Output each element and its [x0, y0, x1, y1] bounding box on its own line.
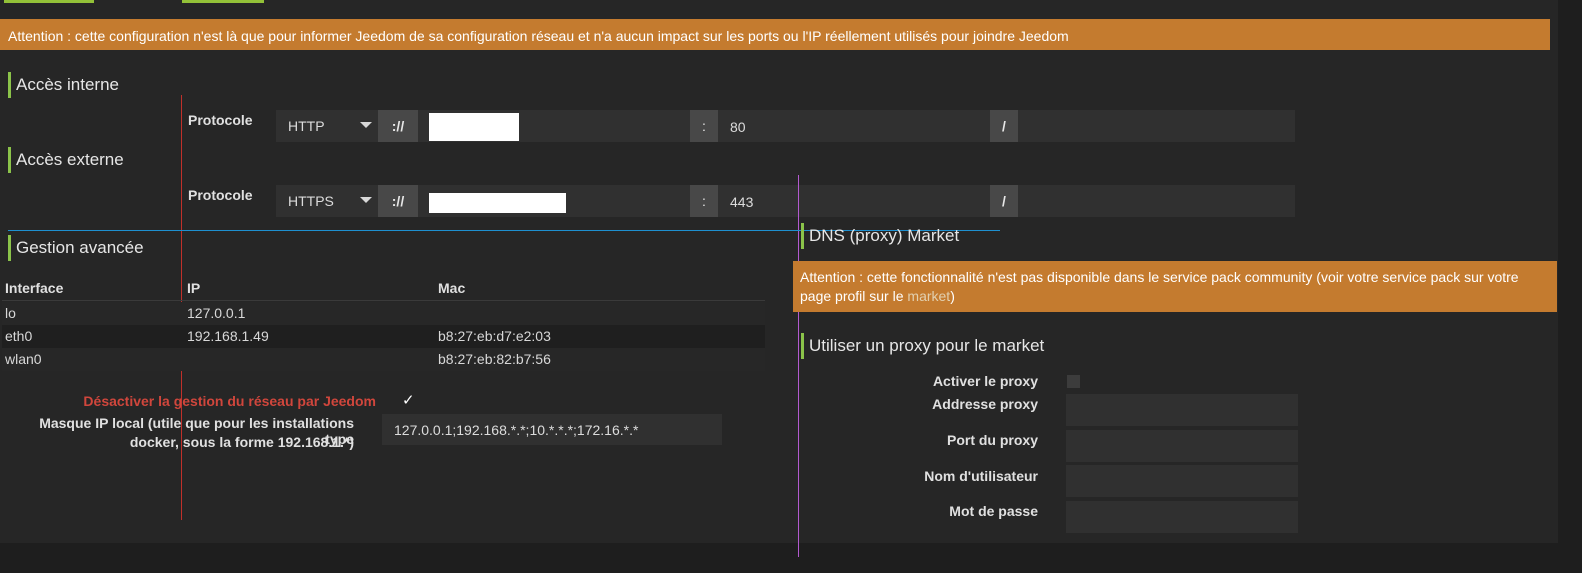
external-port-input[interactable]: 443 [718, 185, 990, 217]
external-path-input[interactable] [1018, 185, 1295, 217]
proxy-title: Utiliser un proxy pour le market [809, 336, 1045, 355]
internal-host-redacted [429, 113, 519, 141]
internal-port-separator: : [690, 110, 718, 142]
ip-mask-value: 127.0.0.1;192.168.*.*;10.*.*.*;172.16.*.… [394, 422, 639, 438]
row-ip: 192.168.1.49 [187, 328, 269, 344]
external-path-separator: / [990, 185, 1018, 217]
section-dns-market: DNS (proxy) Market [801, 223, 959, 249]
proxy-password-label: Mot de passe [949, 503, 1038, 519]
market-link[interactable]: market [907, 288, 950, 304]
table-row: lo 127.0.0.1 [2, 302, 765, 325]
proxy-port-label: Port du proxy [946, 432, 1038, 448]
section-external-access: Accès externe [8, 147, 124, 173]
internal-port-value: 80 [730, 119, 746, 135]
ip-mask-input[interactable]: 127.0.0.1;192.168.*.*;10.*.*.*;172.16.*.… [382, 414, 722, 445]
external-protocol-label: Protocole [188, 187, 253, 203]
table-row: wlan0 b8:27:eb:82:b7:56 [2, 348, 765, 371]
chevron-down-icon [360, 122, 372, 128]
activate-proxy-checkbox[interactable] [1067, 375, 1080, 388]
chevron-down-icon [360, 197, 372, 203]
purple-guide-line [798, 175, 799, 557]
market-warning-alert: Attention : cette fonctionnalité n'est p… [793, 261, 1557, 312]
advanced-title: Gestion avancée [16, 238, 144, 257]
internal-access-title: Accès interne [16, 75, 119, 94]
row-interface: eth0 [5, 328, 33, 344]
row-mac: b8:27:eb:82:b7:56 [438, 351, 551, 367]
section-proxy: Utiliser un proxy pour le market [801, 333, 1044, 359]
proxy-username-label: Nom d'utilisateur [924, 468, 1038, 484]
external-protocol-value: HTTPS [288, 193, 334, 209]
section-internal-access: Accès interne [8, 72, 119, 98]
internal-protocol-select[interactable]: HTTP [276, 110, 378, 142]
market-title: DNS (proxy) Market [809, 226, 960, 245]
activate-proxy-label: Activer le proxy [932, 373, 1038, 389]
header-mac: Mac [438, 280, 466, 296]
internal-scheme-separator: :// [378, 110, 418, 142]
external-port-separator: : [690, 185, 718, 217]
proxy-address-input[interactable] [1066, 394, 1298, 426]
internal-path-input[interactable] [1018, 110, 1295, 142]
row-mac: b8:27:eb:d7:e2:03 [438, 328, 551, 344]
internal-port-input[interactable]: 80 [718, 110, 990, 142]
row-interface: lo [5, 305, 16, 321]
internal-path-separator: / [990, 110, 1018, 142]
disable-network-label: Désactiver la gestion du réseau par Jeed… [83, 393, 376, 409]
external-access-title: Accès externe [16, 150, 124, 169]
mask-label-line2: docker, sous la forme 192.168.1.*) [129, 434, 354, 450]
market-warning-end: ) [950, 288, 955, 304]
row-ip: 127.0.0.1 [187, 305, 246, 321]
proxy-address-label: Addresse proxy [932, 396, 1038, 412]
proxy-username-input[interactable] [1066, 465, 1298, 497]
external-protocol-select[interactable]: HTTPS [276, 185, 378, 217]
external-host-redacted [429, 193, 566, 213]
table-row: eth0 192.168.1.49 b8:27:eb:d7:e2:03 [2, 325, 765, 348]
top-tab-indicator-1[interactable] [4, 0, 94, 3]
disable-network-checkbox[interactable]: ✓ [402, 393, 418, 409]
network-warning-alert: Attention : cette configuration n'est là… [0, 19, 1550, 50]
internal-protocol-value: HTTP [288, 118, 325, 134]
top-tab-indicator-2[interactable] [182, 0, 264, 3]
network-warning-text: Attention : cette configuration n'est là… [8, 28, 1069, 44]
external-port-value: 443 [730, 194, 754, 210]
proxy-password-input[interactable] [1066, 501, 1298, 533]
table-header-divider [2, 300, 765, 301]
external-scheme-separator: :// [378, 185, 418, 217]
proxy-port-input[interactable] [1066, 430, 1298, 462]
row-interface: wlan0 [5, 351, 42, 367]
section-advanced: Gestion avancée [8, 235, 144, 261]
header-ip: IP [187, 280, 201, 296]
internal-protocol-label: Protocole [188, 112, 253, 128]
header-interface: Interface [5, 280, 64, 296]
